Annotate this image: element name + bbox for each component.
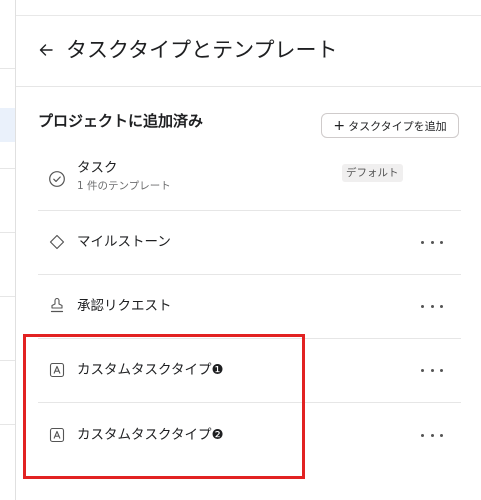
task-types-panel: タスクタイプとテンプレート プロジェクトに追加済み + タスクタイプを追加 タス… bbox=[16, 16, 481, 500]
back-arrow-icon[interactable] bbox=[38, 42, 54, 58]
stamp-icon bbox=[50, 297, 64, 313]
task-type-name: カスタムタスクタイプ❶ bbox=[77, 362, 224, 378]
task-type-name: カスタムタスクタイプ❷ bbox=[77, 427, 224, 443]
more-options-icon[interactable] bbox=[421, 426, 443, 444]
letter-a-icon bbox=[49, 427, 65, 443]
task-type-row-custom-1[interactable]: カスタムタスクタイプ❶ bbox=[38, 339, 461, 403]
check-circle-icon bbox=[49, 171, 65, 187]
page-title: タスクタイプとテンプレート bbox=[66, 38, 338, 62]
plus-icon: + bbox=[333, 117, 346, 134]
task-type-row-approval[interactable]: 承認リクエスト bbox=[38, 275, 461, 339]
more-options-icon[interactable] bbox=[421, 361, 443, 379]
letter-a-icon bbox=[49, 362, 65, 378]
task-type-name: タスク bbox=[77, 160, 118, 176]
template-count: 1 件のテンプレート bbox=[77, 180, 171, 192]
task-type-row-milestone[interactable]: マイルストーン bbox=[38, 211, 461, 275]
list-divider bbox=[0, 296, 15, 297]
diamond-icon bbox=[49, 234, 65, 250]
task-type-row-custom-2[interactable]: カスタムタスクタイプ❷ bbox=[38, 403, 461, 467]
more-options-icon[interactable] bbox=[421, 297, 443, 315]
selected-list-row bbox=[0, 108, 15, 142]
section-title: プロジェクトに追加済み bbox=[38, 112, 204, 130]
list-divider bbox=[0, 232, 15, 233]
task-type-name: 承認リクエスト bbox=[77, 298, 172, 314]
list-divider bbox=[0, 360, 15, 361]
list-divider bbox=[0, 424, 15, 425]
add-task-type-label: タスクタイプを追加 bbox=[348, 119, 447, 133]
panel-header: タスクタイプとテンプレート bbox=[16, 16, 481, 87]
list-divider bbox=[0, 168, 15, 169]
more-options-icon[interactable] bbox=[421, 233, 443, 251]
task-type-row-task[interactable]: タスク 1 件のテンプレート デフォルト bbox=[38, 147, 461, 211]
default-badge: デフォルト bbox=[342, 164, 403, 182]
list-divider bbox=[0, 68, 15, 69]
background-list-panel bbox=[0, 0, 16, 500]
top-edge bbox=[16, 0, 481, 16]
task-type-name: マイルストーン bbox=[77, 234, 171, 250]
add-task-type-button[interactable]: + タスクタイプを追加 bbox=[321, 113, 459, 138]
